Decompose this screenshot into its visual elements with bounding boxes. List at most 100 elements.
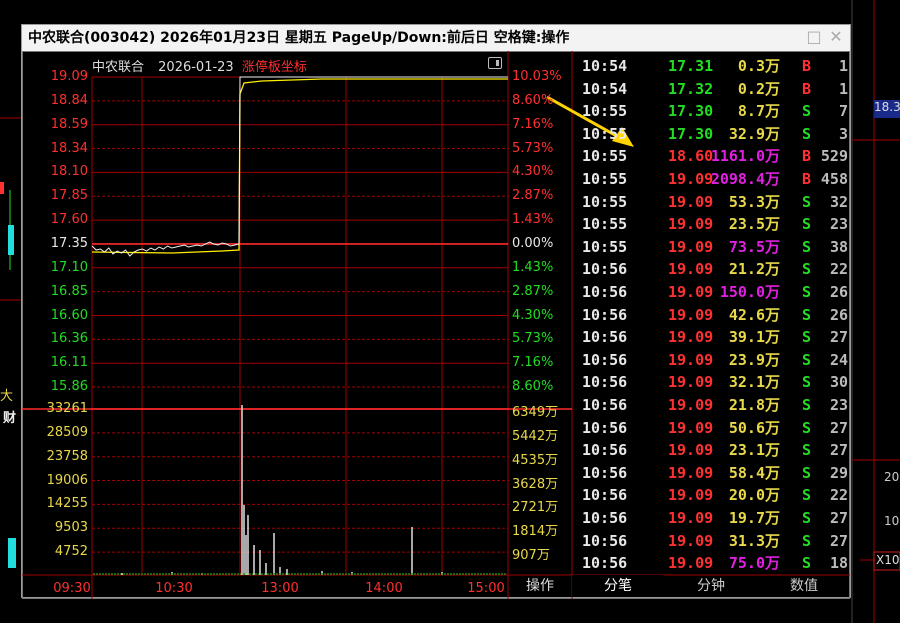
tick-price: 19.09 (668, 463, 714, 482)
price-axis-label: 18.59 (50, 116, 88, 132)
time-axis-label: 14:00 (365, 581, 402, 596)
tick-row[interactable]: 10:56 19.09 39.1万 S 27 (582, 326, 850, 348)
price-axis-label: 17.85 (50, 188, 88, 204)
percent-axis-label: 8.60% (512, 92, 554, 108)
tick-direction: S (802, 418, 812, 437)
tick-volume: 23.1万 (728, 441, 780, 460)
tick-price: 19.09 (668, 373, 714, 392)
tick-direction: B (802, 147, 812, 166)
chart-header: 中农联合 2026-01-23 涨停板坐标 (92, 56, 307, 75)
tick-row[interactable]: 10:56 19.09 50.6万 S 27 (582, 417, 850, 439)
tick-time: 10:55 (582, 215, 628, 234)
intraday-window[interactable]: 中农联合(003042) 2026年01月23日 星期五 PageUp/Down… (21, 24, 851, 599)
tick-row[interactable]: 10:54 17.32 0.2万 B 1 (582, 78, 850, 100)
tick-count: 38 (829, 237, 848, 256)
tick-direction: B (802, 57, 812, 75)
tick-row[interactable]: 10:55 19.09 23.5万 S 23 (582, 213, 850, 235)
tick-price: 19.09 (668, 192, 714, 211)
volume-axis-label: 4752 (54, 544, 88, 560)
tick-count: 32 (829, 192, 848, 211)
tick-volume: 8.7万 (737, 102, 780, 121)
tick-row[interactable]: 10:55 17.30 8.7万 S 7 (582, 100, 850, 122)
close-icon[interactable]: ✕ (828, 29, 844, 45)
tick-price: 19.09 (668, 531, 714, 550)
percent-axis-label: 4.30% (512, 164, 554, 180)
tick-price: 19.09 (668, 328, 714, 347)
window-title: 中农联合(003042) 2026年01月23日 星期五 PageUp/Down… (28, 30, 570, 46)
tick-row[interactable]: 10:54 17.31 0.3万 B 1 (582, 55, 850, 77)
tick-price: 19.09 (668, 486, 714, 505)
price-axis-label: 18.84 (50, 92, 88, 108)
tick-volume: 39.1万 (728, 328, 780, 347)
chart-mode[interactable]: 涨停板坐标 (242, 60, 307, 75)
tick-row[interactable]: 10:56 19.09 58.4万 S 29 (582, 462, 850, 484)
tick-row[interactable]: 10:55 19.09 53.3万 S 32 (582, 191, 850, 213)
tick-count: 458 (820, 170, 848, 188)
tick-row[interactable]: 10:55 17.30 32.9万 S 3 (582, 123, 850, 145)
tick-row[interactable]: 10:56 19.09 42.6万 S 26 (582, 304, 850, 326)
tick-direction: S (802, 531, 812, 550)
tick-row[interactable]: 10:56 19.09 150.0万 S 26 (582, 281, 850, 303)
tab-tick[interactable]: 分笔 (572, 575, 664, 597)
percent-axis-label: 5.73% (512, 331, 554, 347)
tick-time: 10:55 (582, 147, 628, 166)
tick-row[interactable]: 10:56 19.09 21.2万 S 22 (582, 258, 850, 280)
tab-minute[interactable]: 分钟 (664, 575, 758, 597)
tick-volume: 21.8万 (728, 396, 780, 414)
tick-row[interactable]: 10:56 19.09 20.0万 S 22 (582, 484, 850, 506)
volume-axis-label: 19006 (46, 472, 88, 488)
tick-direction: S (802, 260, 812, 279)
tick-time: 10:55 (582, 237, 628, 256)
tick-row[interactable]: 10:56 19.09 19.7万 S 27 (582, 507, 850, 529)
percent-axis-label: 7.16% (512, 355, 554, 371)
tick-direction: S (802, 283, 812, 301)
bg-label-20: 20 (884, 470, 900, 484)
chart-toggle-icon[interactable] (488, 57, 502, 69)
tick-count: 30 (829, 373, 848, 392)
tick-volume: 32.1万 (728, 373, 780, 392)
price-axis-label: 18.34 (50, 140, 88, 156)
volume-amount-label: 907万 (512, 548, 550, 564)
tick-count: 1 (838, 79, 848, 98)
price-axis-label: 18.10 (50, 164, 88, 180)
tick-time: 10:55 (582, 192, 628, 211)
tick-row[interactable]: 10:55 19.09 73.5万 S 38 (582, 236, 850, 258)
percent-axis-label: 8.60% (512, 379, 554, 395)
tick-price: 19.09 (668, 260, 714, 279)
tick-time: 10:55 (582, 170, 628, 188)
volume-amount-label: 2721万 (512, 500, 559, 516)
tick-price: 19.09 (668, 509, 714, 527)
tick-row[interactable]: 10:56 19.09 75.0万 S 18 (582, 552, 850, 574)
tick-price: 19.09 (668, 215, 714, 234)
bg-label-x10: X10 (876, 553, 900, 567)
tick-time: 10:56 (582, 531, 628, 550)
tick-row[interactable]: 10:56 19.09 23.9万 S 24 (582, 349, 850, 371)
tick-time: 10:56 (582, 418, 628, 437)
tick-row[interactable]: 10:56 19.09 31.3万 S 27 (582, 530, 850, 552)
tick-volume: 0.3万 (737, 57, 780, 75)
volume-amount-label: 5442万 (512, 428, 559, 444)
tab-value[interactable]: 数值 (758, 575, 850, 597)
tick-volume: 32.9万 (728, 124, 780, 143)
tick-row[interactable]: 10:55 19.09 2098.4万 B 458 (582, 168, 850, 190)
tick-count: 7 (838, 102, 848, 121)
tick-count: 1 (838, 57, 848, 75)
volume-axis-label: 9503 (54, 520, 88, 536)
tick-row[interactable]: 10:56 19.09 32.1万 S 30 (582, 371, 850, 393)
tick-row[interactable]: 10:56 19.09 23.1万 S 27 (582, 439, 850, 461)
window-title-bar[interactable]: 中农联合(003042) 2026年01月23日 星期五 PageUp/Down… (22, 25, 850, 51)
maximize-icon[interactable]: □ (806, 29, 822, 45)
tick-direction: S (802, 237, 812, 256)
tick-volume: 19.7万 (728, 509, 780, 527)
tick-time: 10:56 (582, 350, 628, 369)
operate-button[interactable]: 操作 (508, 575, 572, 597)
tick-volume: 73.5万 (728, 237, 780, 256)
percent-axis-label: 1.43% (512, 212, 554, 228)
tick-count: 27 (829, 441, 848, 460)
time-axis-label: 15:00 (467, 581, 504, 596)
price-axis-label: 15.86 (50, 379, 88, 395)
tick-direction: S (802, 124, 812, 143)
tick-time: 10:56 (582, 305, 628, 324)
tick-row[interactable]: 10:55 18.60 1161.0万 B 529 (582, 145, 850, 167)
tick-row[interactable]: 10:56 19.09 21.8万 S 23 (582, 394, 850, 416)
